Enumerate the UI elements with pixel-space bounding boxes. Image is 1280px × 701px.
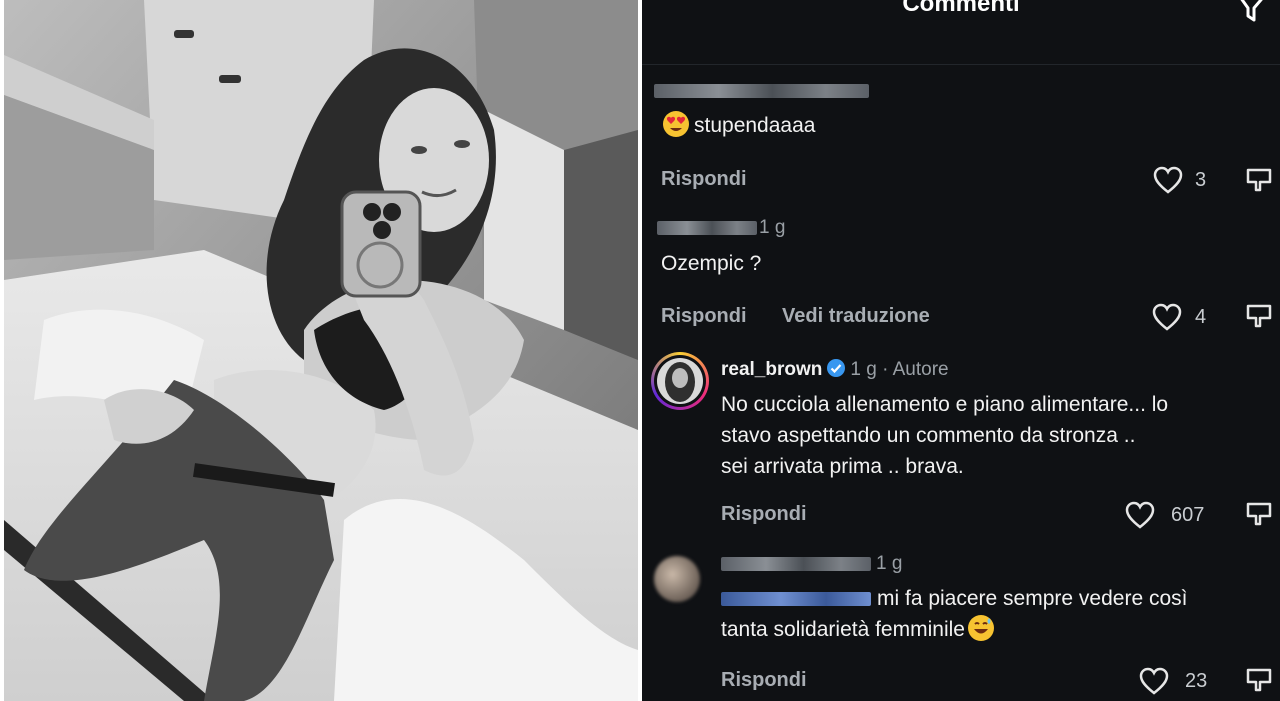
- blurred-username: [657, 221, 757, 235]
- comment-line: sei arrivata prima .. brava.: [721, 455, 964, 478]
- comment-body: tanta solidarietà femminile: [721, 618, 965, 641]
- blurred-mention: [721, 592, 871, 606]
- verified-badge-icon: [827, 359, 846, 377]
- author-badge: · Autore: [882, 359, 949, 380]
- like-count: 23: [1185, 670, 1208, 692]
- comment-line: stavo aspettando un commento da stronza …: [721, 424, 1136, 447]
- comment-text: stupendaaaa: [662, 110, 815, 141]
- dislike-icon[interactable]: [1244, 666, 1274, 701]
- comment-body-line2: tanta solidarietà femminile: [721, 614, 999, 645]
- heart-icon[interactable]: [1153, 166, 1183, 199]
- comment-line: No cucciola allenamento e piano alimenta…: [721, 393, 1169, 416]
- grinning-sweat-emoji-icon: [967, 615, 994, 641]
- like-count: 4: [1195, 306, 1207, 328]
- blurred-username: [654, 84, 869, 98]
- author-meta-line: real_brown 1 g · Autore: [721, 358, 949, 381]
- heart-icon[interactable]: [1139, 667, 1169, 700]
- reply-button[interactable]: Rispondi: [661, 305, 747, 328]
- reply-button[interactable]: Rispondi: [721, 503, 807, 526]
- see-translation-button[interactable]: Vedi traduzione: [782, 305, 930, 328]
- author-comment-body: No cucciola allenamento e piano alimenta…: [721, 389, 1168, 482]
- comments-panel: Commenti stupendaaaa Rispondi 3 1 g Ozem…: [642, 0, 1280, 701]
- dislike-icon[interactable]: [1244, 302, 1274, 337]
- reply-button[interactable]: Rispondi: [661, 168, 747, 191]
- post-photo: [4, 0, 638, 701]
- heart-icon[interactable]: [1152, 303, 1182, 336]
- comment-body: mi fa piacere sempre vedere così: [877, 587, 1188, 610]
- author-username[interactable]: real_brown: [721, 359, 822, 380]
- dislike-icon[interactable]: [1244, 166, 1274, 201]
- comment-time: 1 g: [759, 217, 786, 238]
- comments-title: Commenti: [902, 0, 1020, 17]
- mirror-selfie-image: [4, 0, 638, 701]
- heart-eyes-emoji-icon: [663, 111, 689, 137]
- like-count: 607: [1171, 504, 1205, 526]
- author-avatar[interactable]: [651, 352, 709, 410]
- comment-time: 1 g: [850, 359, 877, 380]
- header-divider: [642, 64, 1280, 65]
- heart-icon[interactable]: [1125, 501, 1155, 534]
- comment-time: 1 g: [876, 553, 903, 574]
- reply-button[interactable]: Rispondi: [721, 669, 807, 692]
- dislike-icon[interactable]: [1244, 500, 1274, 535]
- commenter-avatar[interactable]: [654, 556, 700, 602]
- comment-body: Ozempic ?: [661, 252, 762, 275]
- like-count: 3: [1195, 169, 1207, 191]
- comment-body: stupendaaaa: [694, 114, 816, 137]
- filter-icon[interactable]: [1234, 0, 1270, 29]
- blurred-username: [721, 557, 871, 571]
